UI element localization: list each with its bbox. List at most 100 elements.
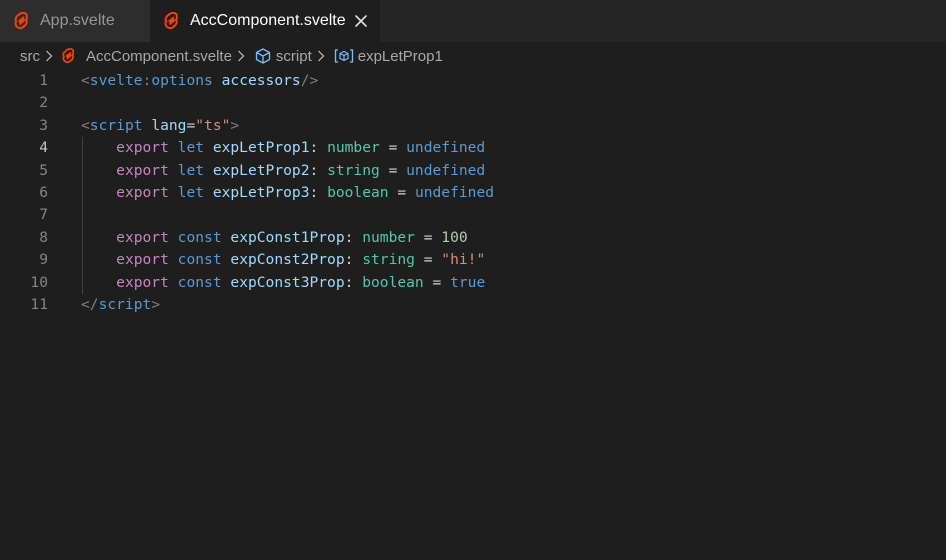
code-token: : (344, 251, 363, 269)
code-line[interactable]: 10 export const expConst3Prop: boolean =… (0, 272, 946, 294)
code-token: svelte (89, 72, 143, 89)
variable-icon (334, 48, 354, 64)
code-token: expLetProp1 (212, 139, 310, 157)
code-token: const (177, 228, 222, 246)
code-text: export let expLetProp2: string = undefin… (81, 160, 485, 182)
code-token: : (344, 228, 363, 246)
line-number: 1 (39, 72, 48, 89)
code-token: "ts" (195, 116, 231, 134)
code-token: lang (151, 116, 187, 134)
tab-app-svelte[interactable]: App.svelte (0, 0, 150, 42)
code-line[interactable]: 11 </script> (0, 294, 946, 316)
code-token: : (142, 72, 152, 89)
line-number: 10 (30, 273, 48, 291)
code-token: expConst3Prop (230, 273, 345, 291)
code-token: 100 (441, 228, 468, 246)
breadcrumb: src AccComponent.svelte script expLetPro… (0, 42, 946, 70)
code-token: expConst2Prop (230, 251, 345, 269)
code-token: > (151, 296, 161, 313)
breadcrumb-folder[interactable]: src (20, 48, 40, 65)
code-token: > (230, 116, 240, 134)
code-token: string (362, 251, 415, 269)
code-text: export const expConst2Prop: string = "hi… (81, 249, 485, 271)
code-token: = (423, 273, 451, 291)
code-token: /> (300, 72, 319, 89)
breadcrumb-symbol[interactable]: expLetProp1 (334, 48, 443, 65)
code-token: = (186, 116, 196, 134)
code-line[interactable]: 2 (0, 92, 946, 114)
code-token: export (116, 273, 169, 291)
code-token: export (116, 228, 169, 246)
breadcrumb-section-label: script (275, 47, 312, 65)
line-number: 11 (30, 296, 48, 313)
svelte-logo-icon (14, 12, 28, 30)
code-token: = (388, 184, 415, 201)
breadcrumb-file-label: AccComponent.svelte (86, 47, 232, 65)
code-token: : (309, 161, 328, 179)
code-token: true (450, 273, 486, 291)
svelte-logo-icon (164, 12, 178, 30)
code-token: string (327, 161, 380, 179)
code-token: accessors (221, 72, 301, 89)
code-token: export (116, 139, 169, 157)
code-token: expLetProp2 (212, 161, 310, 179)
breadcrumb-symbol-label: expLetProp1 (357, 47, 443, 65)
code-text: <svelte:options accessors/> (81, 70, 318, 92)
code-text: <script lang="ts"> (81, 115, 239, 137)
cube-icon (254, 47, 272, 65)
code-token: const (177, 251, 222, 269)
code-token: export (116, 251, 169, 269)
code-token: : (309, 184, 328, 201)
code-line[interactable]: 9 export const expConst2Prop: string = "… (0, 249, 946, 271)
code-text: export const expConst3Prop: boolean = tr… (81, 272, 485, 294)
code-line[interactable]: 4 export let expLetProp1: number = undef… (0, 137, 946, 159)
code-token: : (309, 139, 328, 157)
code-token: let (177, 139, 205, 157)
tab-bar: App.svelte AccComponent.svelte (0, 0, 946, 42)
code-line[interactable]: 5 export let expLetProp2: string = undef… (0, 160, 946, 182)
code-token: script (89, 116, 143, 134)
code-token: = (379, 139, 407, 157)
breadcrumb-file[interactable]: AccComponent.svelte (62, 48, 232, 65)
code-token: < (81, 116, 90, 134)
chevron-right-icon (317, 49, 331, 63)
code-token: expLetProp3 (212, 184, 310, 201)
code-line[interactable]: 7 (0, 204, 946, 226)
line-number: 6 (39, 184, 48, 201)
code-token: number (327, 139, 380, 157)
code-token: let (177, 184, 205, 201)
code-token: < (81, 72, 90, 89)
code-token: </ (81, 296, 99, 313)
code-token: = (414, 228, 442, 246)
code-token: script (98, 296, 152, 313)
code-line[interactable]: 6 export let expLetProp3: boolean = unde… (0, 182, 946, 204)
code-line[interactable]: 3 <script lang="ts"> (0, 115, 946, 137)
code-editor[interactable]: 1 <svelte:options accessors/> 2 3 <script la… (0, 70, 946, 560)
line-number: 9 (39, 251, 48, 269)
code-token: export (116, 184, 169, 201)
breadcrumb-section[interactable]: script (254, 47, 312, 65)
code-line[interactable]: 1 <svelte:options accessors/> (0, 70, 946, 92)
tab-acccomponent-svelte[interactable]: AccComponent.svelte (150, 0, 380, 42)
chevron-right-icon (237, 49, 251, 63)
line-number: 5 (39, 161, 48, 179)
line-number: 2 (39, 94, 48, 112)
code-token: export (116, 161, 169, 179)
code-line[interactable]: 8 export const expConst1Prop: number = 1… (0, 227, 946, 249)
line-number: 7 (39, 206, 48, 224)
close-icon[interactable] (354, 13, 368, 29)
code-token: : (344, 273, 363, 291)
